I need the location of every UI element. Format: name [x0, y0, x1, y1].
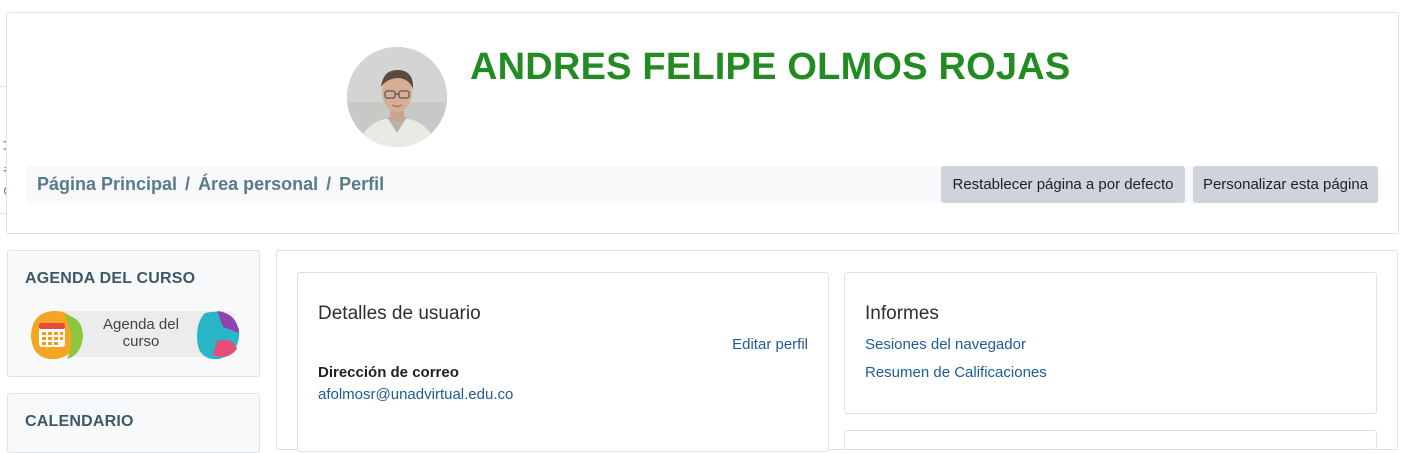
agenda-banner[interactable]: Agenda del curso [27, 307, 241, 361]
reset-page-button[interactable]: Restablecer página a por defecto [941, 166, 1185, 203]
edit-profile-link[interactable]: Editar perfil [732, 336, 808, 353]
breadcrumb-separator: / [185, 174, 191, 194]
customize-page-button[interactable]: Personalizar esta página [1193, 166, 1378, 203]
avatar[interactable] [347, 47, 447, 147]
email-link[interactable]: afolmosr@unadvirtual.edu.co [318, 386, 513, 403]
email-label: Dirección de correo [318, 364, 459, 381]
block-course-agenda: AGENDA DEL CURSO Agenda del curso [7, 250, 260, 377]
breadcrumb-item-home[interactable]: Página Principal [37, 174, 177, 195]
user-photo [347, 47, 447, 147]
reports-title: Informes [865, 303, 939, 324]
block-title-calendar: CALENDARIO [25, 413, 134, 430]
agenda-banner-text: Agenda del curso [103, 316, 179, 350]
breadcrumb-item-personal-area[interactable]: Área personal [198, 174, 318, 195]
browser-sessions-link[interactable]: Sesiones del navegador [865, 336, 1026, 353]
user-details-card: Detalles de usuario Editar perfil Direcc… [297, 272, 829, 452]
user-details-title: Detalles de usuario [318, 303, 481, 324]
grades-overview-link[interactable]: Resumen de Calificaciones [865, 364, 1047, 381]
page-title: ANDRES FELIPE OLMOS ROJAS [470, 46, 1071, 88]
breadcrumb: Página Principal / Área personal / Perfi… [27, 174, 384, 195]
block-calendar: CALENDARIO [7, 393, 260, 453]
breadcrumb-item-profile[interactable]: Perfil [339, 174, 384, 195]
block-title-agenda: AGENDA DEL CURSO [25, 270, 196, 287]
next-card [844, 430, 1377, 450]
reports-card: Informes Sesiones del navegador Resumen … [844, 272, 1377, 414]
breadcrumb-separator: / [326, 174, 332, 194]
